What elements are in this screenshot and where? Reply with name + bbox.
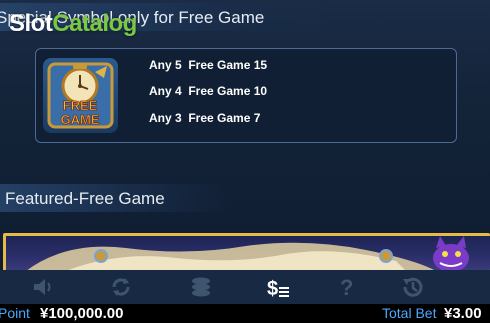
watermark-catalog: Catalog [52, 10, 137, 37]
autoplay-icon[interactable] [108, 274, 134, 300]
sound-icon[interactable] [30, 274, 56, 300]
history-icon[interactable] [400, 274, 426, 300]
total-bet-value: ¥3.00 [444, 305, 482, 322]
paytable-row-5: Any 5 Free Game 15 [149, 58, 268, 72]
total-bet-label: Total Bet [382, 305, 437, 321]
svg-text:$: $ [267, 278, 278, 300]
featured-free-game-title: Featured-Free Game [5, 189, 165, 208]
paytable-icon[interactable]: $ [265, 274, 291, 300]
slotcatalog-watermark: SlotCatalog [9, 10, 137, 38]
svg-text:?: ? [340, 275, 353, 300]
chips-icon[interactable] [188, 274, 214, 300]
cheshire-cat-icon [433, 236, 469, 271]
point-value: ¥100,000.00 [40, 305, 124, 322]
symbol-text-free: FREE [63, 98, 98, 113]
bottom-toolbar: $ ? [0, 270, 490, 304]
banner-artwork [6, 236, 490, 271]
watermark-slot: Slot [9, 10, 53, 37]
paytable-row-4: Any 4 Free Game 10 [149, 84, 268, 98]
free-game-clock-icon: FREE GAME [43, 58, 118, 133]
symbol-text-game: GAME [61, 112, 100, 127]
status-bar: Point ¥100,000.00 Total Bet ¥3.00 [0, 304, 490, 323]
point-label: Point [0, 305, 30, 321]
paytable-row-3: Any 3 Free Game 7 [149, 111, 261, 125]
help-icon[interactable]: ? [334, 274, 360, 300]
featured-free-game-banner [3, 233, 490, 271]
